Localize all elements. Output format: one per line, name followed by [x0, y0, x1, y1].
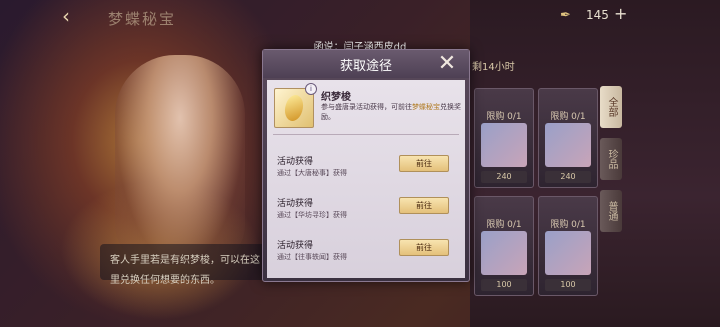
modal-body: i 织梦梭 参与盛唐录活动获得，可前往梦蝶秘宝兑换奖励。 活动获得 通过【大唐秘… [267, 80, 465, 278]
source-title: 活动获得 [277, 199, 314, 209]
go-button[interactable]: 前往 [399, 239, 449, 256]
divider [273, 134, 459, 135]
shop-card[interactable]: 限购 0/1 240 [474, 88, 534, 188]
item-description: 参与盛唐录活动获得，可前往梦蝶秘宝兑换奖励。 [321, 102, 461, 122]
purchase-limit: 限购 0/1 [550, 220, 586, 230]
item-desc-highlight: 梦蝶秘宝 [412, 103, 440, 111]
source-title: 活动获得 [277, 241, 314, 251]
shop-card[interactable]: 限购 0/1 100 [474, 196, 534, 296]
acquire-source-modal: 获取途径 ✕ i 织梦梭 参与盛唐录活动获得，可前往梦蝶秘宝兑换奖励。 活动获得… [262, 49, 470, 282]
shop-card[interactable]: 限购 0/1 240 [538, 88, 598, 188]
purchase-limit: 限购 0/1 [486, 112, 522, 122]
tab-rare[interactable]: 珍品 [600, 138, 622, 180]
close-icon[interactable]: ✕ [435, 52, 459, 76]
go-button[interactable]: 前往 [399, 197, 449, 214]
purchase-limit: 限购 0/1 [550, 112, 586, 122]
card-portrait [545, 123, 591, 167]
feather-currency-icon: ✒ [560, 8, 571, 23]
source-row: 活动获得 通过【大唐秘事】获得 前往 [267, 150, 465, 190]
source-subtitle: 通过【大唐秘事】获得 [277, 169, 347, 177]
currency-display: ✒ 145 [560, 7, 640, 25]
purchase-limit: 限购 0/1 [486, 220, 522, 230]
card-price: 100 [545, 279, 591, 291]
card-portrait [545, 231, 591, 275]
remaining-time: 剩14小时 [472, 62, 515, 73]
character-illustration [115, 55, 245, 265]
info-badge-icon: i [305, 83, 317, 95]
shuttle-item-icon [280, 92, 308, 124]
item-desc-text: 参与盛唐录活动获得，可前往 [321, 103, 412, 111]
card-portrait [481, 231, 527, 275]
card-price: 100 [481, 279, 527, 291]
add-currency-icon[interactable]: + [614, 4, 627, 23]
tab-normal[interactable]: 普通 [600, 190, 622, 232]
source-row: 活动获得 通过【华坊寻珍】获得 前往 [267, 192, 465, 232]
hint-bubble: 客人手里若是有织梦梭，可以在这里兑换任何想要的东西。 [100, 244, 270, 286]
source-subtitle: 通过【华坊寻珍】获得 [277, 211, 347, 219]
currency-amount: 145 [586, 8, 609, 22]
item-name: 织梦梭 [321, 92, 351, 103]
category-tabs: 全部 珍品 普通 [600, 86, 622, 242]
modal-header: 获取途径 ✕ [263, 50, 469, 78]
card-price: 240 [545, 171, 591, 183]
source-row: 活动获得 通过【往事轶闻】获得 前往 [267, 234, 465, 274]
page-title: 梦蝶秘宝 [108, 10, 177, 28]
tab-all[interactable]: 全部 [600, 86, 622, 128]
top-bar: ‹ 梦蝶秘宝 ✒ 145 + [0, 0, 720, 34]
card-price: 240 [481, 171, 527, 183]
go-button[interactable]: 前往 [399, 155, 449, 172]
card-portrait [481, 123, 527, 167]
shop-card[interactable]: 限购 0/1 100 [538, 196, 598, 296]
back-arrow-icon[interactable]: ‹ [62, 6, 82, 26]
source-title: 活动获得 [277, 157, 314, 167]
source-subtitle: 通过【往事轶闻】获得 [277, 253, 347, 261]
